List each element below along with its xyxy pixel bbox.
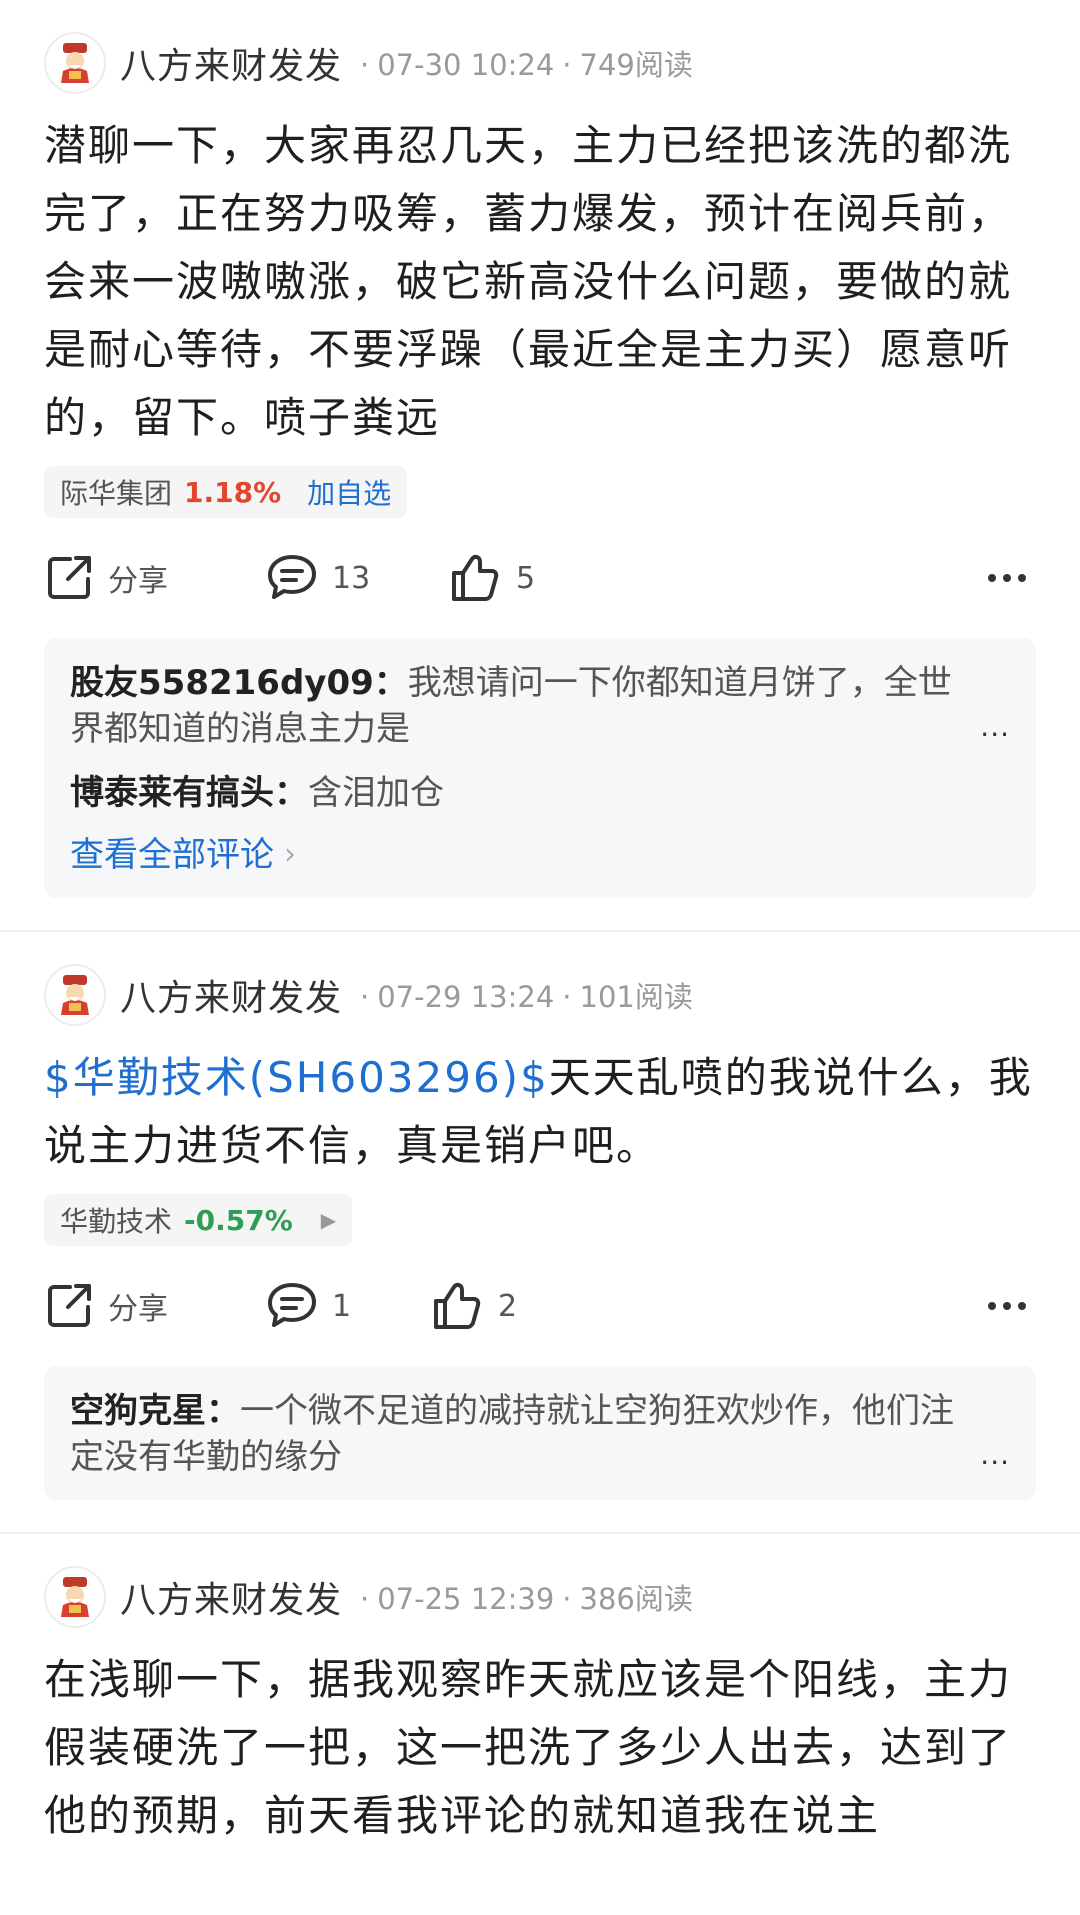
like-button[interactable]: 2 (432, 1281, 517, 1331)
post-header: 八方来财发发 · 07-29 13:24 · 101阅读 (44, 964, 1036, 1026)
post: 八方来财发发 · 07-29 13:24 · 101阅读 $华勤技术(SH603296… (0, 930, 1080, 1532)
comment-count: 1 (332, 1288, 352, 1324)
author-name[interactable]: 八方来财发发 (120, 969, 342, 1021)
fortune-god-avatar-icon (61, 975, 89, 1015)
thumbs-up-icon (452, 554, 499, 601)
comment-item[interactable]: 股友558216dy09：我想请问一下你都知道月饼了，全世界都知道的消息主力是 … (70, 660, 1010, 752)
play-arrow-icon: ▶ (320, 1208, 337, 1232)
fortune-god-avatar-icon (61, 43, 89, 83)
chevron-right-icon: › (284, 837, 296, 872)
action-bar: 分享 13 5 (44, 518, 1036, 638)
avatar[interactable] (44, 964, 106, 1026)
more-icon[interactable] (988, 1302, 1026, 1310)
stock-change: -0.57% (184, 1203, 293, 1237)
post-meta: · 07-30 10:24 · 749阅读 (360, 48, 693, 82)
post-date: 07-29 13:24 (377, 980, 555, 1014)
like-count: 2 (498, 1288, 518, 1324)
post: 八方来财发发 · 07-25 12:39 · 386阅读 在浅聊一下，据我观察昨天就应… (0, 1532, 1080, 1850)
read-count: 749阅读 (579, 48, 693, 82)
comment-separator: ： (206, 1391, 240, 1431)
comment-user: 博泰莱有搞头 (70, 773, 274, 813)
read-count: 101阅读 (579, 980, 693, 1014)
more-icon[interactable] (988, 574, 1026, 582)
post-header: 八方来财发发 · 07-25 12:39 · 386阅读 (44, 1566, 1036, 1628)
stock-change: 1.18% (184, 475, 282, 509)
stock-tag[interactable]: 华勤技术 -0.57% ▶ (44, 1194, 353, 1246)
action-bar: 分享 1 2 (44, 1246, 1036, 1366)
post-text[interactable]: 潜聊一下，大家再忍几天，主力已经把该洗的都洗完了，正在努力吸筹，蓄力爆发，预计在… (44, 112, 1036, 452)
view-all-comments-link[interactable]: 查看全部评论 › (70, 832, 1010, 878)
comment-ellipsis: ... (980, 1438, 1010, 1471)
comment-button[interactable]: 1 (266, 1281, 432, 1331)
stock-link[interactable]: $华勤技术(SH603296)$ (44, 1053, 549, 1102)
post: 八方来财发发 · 07-30 10:24 · 749阅读 潜聊一下，大家再忍几天，主力… (0, 0, 1080, 930)
comment-preview[interactable]: 股友558216dy09：我想请问一下你都知道月饼了，全世界都知道的消息主力是 … (44, 638, 1036, 898)
comment-ellipsis: ... (980, 710, 1010, 743)
stock-name: 华勤技术 (60, 1205, 173, 1238)
share-button[interactable]: 分享 (44, 553, 266, 603)
post-date: 07-25 12:39 (377, 1582, 555, 1616)
comment-button[interactable]: 13 (266, 553, 450, 603)
avatar[interactable] (44, 1566, 106, 1628)
author-name[interactable]: 八方来财发发 (120, 37, 342, 89)
share-icon (48, 556, 91, 599)
comment-text: 含泪加仓 (308, 773, 444, 813)
author-name[interactable]: 八方来财发发 (120, 1571, 342, 1623)
post-meta: · 07-29 13:24 · 101阅读 (360, 980, 693, 1014)
post-date: 07-30 10:24 (377, 48, 555, 82)
comment-item[interactable]: 空狗克星：一个微不足道的减持就让空狗狂欢炒作，他们注定没有华勤的缘分 ... (70, 1388, 1010, 1480)
comment-item[interactable]: 博泰莱有搞头：含泪加仓 (70, 770, 1010, 816)
comment-count: 13 (332, 560, 371, 596)
share-icon (48, 1284, 91, 1327)
share-button[interactable]: 分享 (44, 1281, 266, 1331)
post-text[interactable]: $华勤技术(SH603296)$天天乱喷的我说什么，我说主力进货不信，真是销户吧… (44, 1044, 1036, 1180)
comment-separator: ： (373, 663, 408, 703)
like-count: 5 (516, 560, 536, 596)
comment-preview[interactable]: 空狗克星：一个微不足道的减持就让空狗狂欢炒作，他们注定没有华勤的缘分 ... (44, 1366, 1036, 1500)
post-header: 八方来财发发 · 07-30 10:24 · 749阅读 (44, 32, 1036, 94)
post-text[interactable]: 在浅聊一下，据我观察昨天就应该是个阳线，主力假装硬洗了一把，这一把洗了多少人出去… (44, 1646, 1036, 1850)
fortune-god-avatar-icon (61, 1577, 89, 1617)
thumbs-up-icon (434, 1282, 481, 1329)
share-label: 分享 (108, 1292, 168, 1327)
stock-tag[interactable]: 际华集团 1.18% 加自选 (44, 466, 408, 518)
comment-user: 股友558216dy09 (70, 663, 374, 703)
comment-user: 空狗克星 (70, 1391, 206, 1431)
view-all-label: 查看全部评论 (70, 835, 274, 875)
comment-separator: ： (274, 773, 308, 813)
comment-icon (268, 555, 316, 599)
post-meta: · 07-25 12:39 · 386阅读 (360, 1582, 693, 1616)
add-watchlist-button[interactable]: 加自选 (307, 472, 391, 512)
stock-name: 际华集团 (60, 477, 173, 510)
comment-icon (268, 1283, 316, 1327)
read-count: 386阅读 (579, 1582, 693, 1616)
avatar[interactable] (44, 32, 106, 94)
share-label: 分享 (108, 564, 168, 599)
like-button[interactable]: 5 (450, 553, 535, 603)
